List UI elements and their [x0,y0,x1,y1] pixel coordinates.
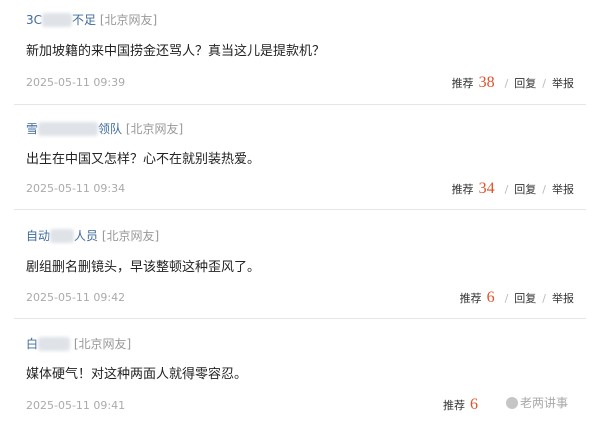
comment-time: 2025-05-11 09:42 [26,291,126,304]
comment-user: 雪领队 [北京网友] [26,121,183,137]
recommend-button[interactable]: 推荐 [443,397,465,413]
user-location: [北京网友] [73,337,132,351]
comment-item: 3C 不足 [北京网友] 新加坡籍的来中国捞金还骂人？真当这儿是提款机？ 2025… [14,0,586,105]
comment-actions: 推荐 38 / 回复 / 举报 [452,74,574,92]
comment-text: 媒体硬气！对这种两面人就得零容忍。 [26,367,248,382]
username-blur [38,122,99,136]
recommend-count: 6 [470,396,478,413]
comment-user: 3C 不足 [北京网友] [26,12,157,28]
comment-time: 2025-05-11 09:34 [26,182,126,195]
comment-time: 2025-05-11 09:39 [26,76,126,89]
comment-text: 剧组删名删镜头，早该整顿这种歪风了。 [26,260,261,275]
recommend-count: 38 [478,74,495,91]
report-button[interactable]: 举报 [552,181,574,197]
recommend-count: 34 [478,180,495,197]
comment-actions: 推荐 6 / 回复 / 举报 [460,289,574,307]
report-button[interactable]: 举报 [552,290,574,306]
comment-user: 自动 人员 [北京网友] [26,228,159,244]
action-divider: / [542,77,546,90]
recommend-button[interactable]: 推荐 [460,290,482,306]
watermark: 老两讲事 [506,394,600,410]
comment-text: 出生在中国又怎样？心不在就别装热爱。 [26,152,261,167]
comment-item: 雪领队 [北京网友] 出生在中国又怎样？心不在就别装热爱。 2025-05-11… [14,105,586,210]
reply-button[interactable]: 回复 [514,181,536,197]
reply-button[interactable]: 回复 [514,75,536,91]
action-divider: / [504,77,509,90]
action-divider: / [542,183,546,196]
comment-item: 自动 人员 [北京网友] 剧组删名删镜头，早该整顿这种歪风了。 2025-05-1… [14,210,586,319]
comment-time: 2025-05-11 09:41 [26,399,126,412]
user-location: [北京网友] [101,229,160,243]
action-divider: / [542,292,546,305]
username-link[interactable]: 雪领队 [26,122,122,136]
username-link[interactable]: 白 [26,337,71,351]
comment-actions: 推荐 6 [443,396,482,414]
recommend-button[interactable]: 推荐 [452,181,474,197]
recommend-button[interactable]: 推荐 [452,75,474,91]
username-blur [38,337,71,351]
action-divider: / [504,292,509,305]
report-button[interactable]: 举报 [552,75,574,91]
comment-actions: 推荐 34 / 回复 / 举报 [452,180,574,198]
recommend-count: 6 [486,289,495,306]
watermark-text: 老两讲事 [520,396,569,410]
user-location: [北京网友] [125,122,184,136]
comment-item: 白 [北京网友] 媒体硬气！对这种两面人就得零容忍。 2025-05-11 09… [14,319,586,424]
username-link[interactable]: 自动 人员 [26,229,98,243]
user-location: [北京网友] [99,13,158,27]
comment-text: 新加坡籍的来中国捞金还骂人？真当这儿是提款机？ [26,44,326,59]
action-divider: / [504,183,509,196]
watermark-logo-icon [506,397,518,409]
username-link[interactable]: 3C 不足 [26,13,96,27]
username-blur [42,13,73,27]
username-blur [50,229,75,243]
reply-button[interactable]: 回复 [514,290,536,306]
comment-user: 白 [北京网友] [26,336,131,352]
